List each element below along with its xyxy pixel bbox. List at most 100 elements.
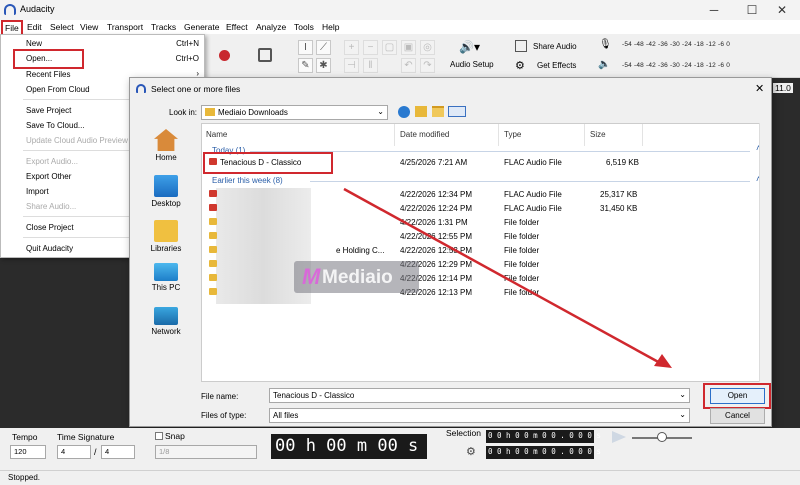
audio-setup-button[interactable]: Audio Setup [450,60,494,69]
file-list-scrollbar[interactable] [759,123,771,382]
menu-item-quit[interactable]: Quit Audacity [26,244,73,253]
place-home-label: Home [155,153,177,162]
selection-start[interactable]: 0 0 h 0 0 m 0 0 . 0 0 0 s [486,430,601,443]
speed-slider-thumb[interactable] [657,432,667,442]
menu-shortcut-open: Ctrl+O [175,54,199,63]
record-button[interactable] [219,50,230,61]
annotation-arrow [343,187,672,368]
microphone-icon: 🎙 [599,39,612,50]
view-menu-icon[interactable] [448,106,466,117]
place-this-pc-label: This PC [151,283,181,292]
time-signature-numerator[interactable]: 4 [57,445,91,459]
menu-tracks[interactable]: Tracks [151,22,176,32]
speaker-icon: 🔊▾ [459,40,480,54]
bottom-toolbar: Tempo 120 Time Signature 4 / 4 Snap 1/8 … [0,428,800,470]
time-display[interactable]: 00 h 00 m 00 s [271,434,427,459]
look-in-value: Mediaio Downloads [218,108,288,117]
playback-meter-icon: 🔈 [598,59,611,70]
record-meter-scale[interactable]: -54 -48 -42 -36 -30 -24 -18 -12 -6 0 [622,41,730,48]
menu-item-share-audio: Share Audio... [26,202,77,211]
place-this-pc[interactable]: This PC [138,263,194,292]
files-of-type-select[interactable]: All files ⌄ [269,408,690,423]
play-meter-scale[interactable]: -54 -48 -42 -36 -30 -24 -18 -12 -6 0 [622,62,730,69]
menu-item-save-project[interactable]: Save Project [26,106,71,115]
menu-view[interactable]: View [80,22,98,32]
time-signature-label: Time Signature [57,432,115,442]
selection-end[interactable]: 0 0 h 0 0 m 0 0 . 0 0 0 s [486,446,601,459]
selection-label: Selection [446,428,481,438]
menu-bar: File Edit Select View Transport Tracks G… [0,20,800,36]
timeline-zoom-value: 11.0 [773,83,793,93]
menu-select[interactable]: Select [50,22,74,32]
menu-help[interactable]: Help [322,22,339,32]
back-icon[interactable] [398,106,410,118]
menu-item-export-other[interactable]: Export Other [26,172,71,181]
title-bar: Audacity ─ ☐ ✕ [0,0,800,20]
place-libraries[interactable]: Libraries [138,220,194,253]
menu-item-update-cloud-preview: Update Cloud Audio Preview [26,136,128,145]
chevron-down-icon: ⌄ [679,410,686,419]
selection-settings-icon[interactable]: ⚙ [466,445,476,458]
selection-tool-icon[interactable]: I [298,40,313,55]
silence-icon[interactable]: ‖ [363,58,378,73]
snap-checkbox[interactable] [155,432,163,440]
time-signature-slash: / [94,447,97,457]
look-in-select[interactable]: Mediaio Downloads ⌄ [201,105,388,120]
place-home[interactable]: Home [138,129,194,162]
menu-item-open-from-cloud[interactable]: Open From Cloud [26,85,90,94]
window-title: Audacity [20,4,55,14]
menu-effect[interactable]: Effect [226,22,248,32]
undo-icon[interactable]: ↶ [401,58,416,73]
place-desktop[interactable]: Desktop [138,175,194,208]
fit-project-icon[interactable]: ▣ [401,40,416,55]
draw-tool-icon[interactable]: ✎ [298,58,313,73]
menu-item-open[interactable]: Open... [26,54,52,63]
multi-tool-icon[interactable]: ✱ [316,58,331,73]
up-folder-icon[interactable] [415,106,427,117]
redo-icon[interactable]: ↷ [420,58,435,73]
menu-transport[interactable]: Transport [107,22,143,32]
loop-button[interactable] [258,48,272,62]
menu-item-new[interactable]: New [26,39,42,48]
tempo-label: Tempo [12,432,38,442]
play-at-speed-icon[interactable] [612,431,626,443]
chevron-down-icon: ⌄ [377,107,384,116]
libraries-icon [154,220,178,242]
files-of-type-value: All files [273,411,299,420]
time-signature-denominator[interactable]: 4 [101,445,135,459]
menu-item-export-audio: Export Audio... [26,157,79,166]
folder-icon [205,108,215,116]
menu-item-recent-files[interactable]: Recent Files [26,70,70,79]
status-bar: Stopped. [0,470,800,485]
menu-analyze[interactable]: Analyze [256,22,286,32]
menu-edit[interactable]: Edit [27,22,42,32]
zoom-toggle-icon[interactable]: ◎ [420,40,435,55]
place-network[interactable]: Network [138,307,194,336]
new-folder-icon[interactable] [432,106,444,117]
close-button[interactable]: ✕ [760,0,800,20]
zoom-in-icon[interactable]: + [344,40,359,55]
zoom-out-icon[interactable]: − [363,40,378,55]
menu-tools[interactable]: Tools [294,22,314,32]
menu-item-import[interactable]: Import [26,187,49,196]
trim-icon[interactable]: ⊣ [344,58,359,73]
dialog-close-button[interactable]: ✕ [755,82,764,95]
desktop-icon [154,175,178,197]
file-list[interactable]: Name Date modified Type Size Today (1) ˄… [201,123,771,382]
snap-label: Snap [165,431,185,441]
menu-item-save-to-cloud[interactable]: Save To Cloud... [26,121,85,130]
get-effects-button[interactable]: Get Effects [537,61,576,70]
cancel-button[interactable]: Cancel [710,408,765,424]
share-audio-button[interactable]: Share Audio [533,42,577,51]
place-libraries-label: Libraries [150,244,182,253]
files-of-type-label: Files of type: [201,411,247,420]
fit-selection-icon[interactable]: ▢ [382,40,397,55]
menu-generate[interactable]: Generate [184,22,219,32]
open-button[interactable]: Open [710,388,765,404]
snap-select[interactable]: 1/8 [155,445,257,459]
tempo-input[interactable]: 120 [10,445,46,459]
envelope-tool-icon[interactable]: ⟋ [316,40,331,55]
file-name-input[interactable]: Tenacious D - Classico ⌄ [269,388,690,403]
menu-item-close-project[interactable]: Close Project [26,223,74,232]
dialog-title: Select one or more files [151,84,241,94]
